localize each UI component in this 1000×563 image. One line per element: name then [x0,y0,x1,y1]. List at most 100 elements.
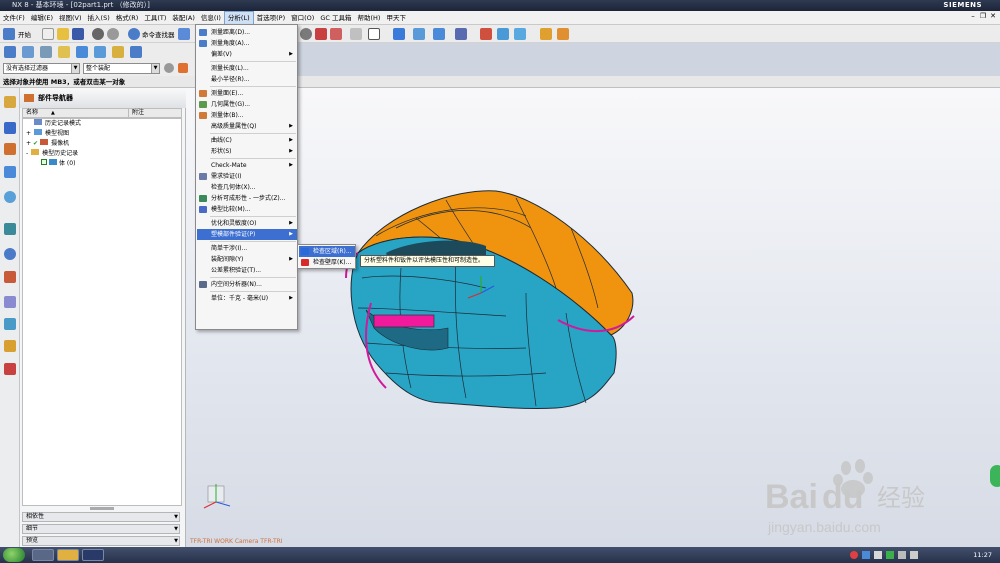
menu-9[interactable]: 首选项(P) [254,11,289,25]
menu-11[interactable]: GC 工具箱 [317,11,354,25]
menu-item-1[interactable]: 测量角度(A)... [197,38,297,49]
save-icon[interactable] [72,28,84,40]
menu-item-17[interactable]: 检查几何体(X)... [197,182,297,193]
clock-icon[interactable] [4,248,16,260]
menu-item-21[interactable]: 优化和灵敏度(O) ▶ [197,218,297,229]
tree-row-cameras[interactable]: + ✔ 摄像机 [26,139,69,148]
clearance-icon[interactable] [130,46,142,58]
menu-0[interactable]: 文件(F) [0,11,28,25]
menu-2[interactable]: 视图(V) [56,11,85,25]
rotate-icon[interactable] [413,28,425,40]
view-orient-icon[interactable] [393,28,405,40]
menu-3[interactable]: 插入(S) [85,11,113,25]
part-navigator-icon[interactable] [4,143,16,155]
datum-icon[interactable] [497,28,509,40]
menu-item-check-wall-thickness[interactable]: 检查壁厚(K)... [299,257,355,268]
splitter-handle[interactable] [90,507,114,510]
navigator-tree[interactable]: 历史记录模式 + 模型视图 + ✔ 摄像机 - 模型历史记录 体 (0) [22,118,182,506]
ruler-icon[interactable] [557,28,569,40]
tray-icon-3[interactable] [874,551,882,559]
network-icon[interactable] [898,551,906,559]
wireframe-icon[interactable] [350,28,362,40]
process-studio-icon[interactable] [4,296,16,308]
tray-icon-2[interactable] [862,551,870,559]
feature-icon[interactable] [480,28,492,40]
menu-item-15[interactable]: Check-Mate ▶ [197,160,297,171]
collapse-icon[interactable]: - [26,150,28,157]
close-icon[interactable]: ✕ [988,12,998,20]
column-notes[interactable]: 附注 [128,109,144,117]
menu-item-19[interactable]: 模型比较(M)... [197,204,297,215]
menu-item-7[interactable]: 测量面(E)... [197,88,297,99]
menu-13[interactable]: 甲天下 [383,11,409,25]
sphere-icon[interactable] [300,28,312,40]
restore-icon[interactable]: ❐ [978,12,988,20]
menu-8[interactable]: 分析(L) [223,11,254,25]
assembly-navigator-icon[interactable] [4,96,16,108]
minimize-icon[interactable]: – [968,12,978,20]
menu-item-30[interactable]: 单位：千克 - 毫米(U) ▶ [197,293,297,304]
menu-7[interactable]: 信息(I) [198,11,224,25]
section-dependencies[interactable]: 相依性 ▼ [22,512,180,522]
new-file-icon[interactable] [42,28,54,40]
menu-item-8[interactable]: 几何属性(G)... [197,99,297,110]
assembly-icon[interactable] [22,46,34,58]
measure-icon[interactable] [540,28,552,40]
menu-4[interactable]: 格式(R) [113,11,142,25]
select-icon[interactable] [433,28,445,40]
constraint-icon[interactable] [76,46,88,58]
history-icon[interactable] [4,223,16,235]
expand-icon[interactable]: + [26,140,31,147]
render-style-icon[interactable] [315,28,327,40]
menu-item-5[interactable]: 最小半径(R)... [197,74,297,85]
start-icon[interactable] [3,28,15,40]
open-folder-icon[interactable] [57,28,69,40]
windows-start-icon[interactable] [3,548,25,562]
menu-12[interactable]: 帮助(H) [354,11,383,25]
menu-item-4[interactable]: 测量长度(L)... [197,63,297,74]
taskbar-explorer-icon[interactable] [57,549,79,561]
part-icon[interactable] [4,46,16,58]
reset-filter-icon[interactable] [164,63,174,73]
taskbar-photoshop-icon[interactable] [82,549,104,561]
menu-item-10[interactable]: 高级质量属性(Q) ▶ [197,121,297,132]
side-float-button[interactable] [990,465,1000,487]
menu-item-16[interactable]: 需求验证(I) [197,171,297,182]
tree-row-body[interactable]: 体 (0) [41,159,75,168]
component-icon[interactable] [40,46,52,58]
menu-item-2[interactable]: 偏差(V) ▶ [197,49,297,60]
menu-item-0[interactable]: 测量距离(D)... [197,27,297,38]
show-hide-icon[interactable] [178,28,190,40]
menu-item-25[interactable]: 装配间隙(Y) ▶ [197,254,297,265]
folder-icon[interactable] [58,46,70,58]
sketch-icon[interactable] [514,28,526,40]
menu-item-13[interactable]: 形状(S) ▶ [197,146,297,157]
menu-item-12[interactable]: 曲线(C) ▶ [197,135,297,146]
system-scenes-icon[interactable] [4,363,16,375]
checkbox-icon[interactable] [41,159,47,165]
background-icon[interactable] [368,28,380,40]
palette-icon[interactable] [4,340,16,352]
type-filter-select[interactable]: 没有选择过滤器 ▼ [3,63,80,74]
tray-icon-4[interactable] [886,551,894,559]
system-materials-icon[interactable] [4,271,16,283]
menu-item-26[interactable]: 公差累积验证(T)... [197,265,297,276]
reuse-library-icon[interactable] [4,166,16,178]
shaded-icon[interactable] [330,28,342,40]
menu-item-22[interactable]: 塑模部件验证(P) ▶ [197,229,297,240]
scope-filter-select[interactable]: 整个装配 ▼ [83,63,160,74]
tree-row-model-views[interactable]: + 模型视图 [26,129,69,138]
tree-row-model-history[interactable]: - 模型历史记录 [26,149,78,158]
snap-icon[interactable] [455,28,467,40]
constraint-navigator-icon[interactable] [4,122,16,134]
explode-icon[interactable] [112,46,124,58]
menu-item-18[interactable]: 分析可成形性 - 一步式(Z)... [197,193,297,204]
command-finder-button[interactable]: 命令查找器 [142,29,175,39]
menu-1[interactable]: 编辑(E) [28,11,56,25]
undo-icon[interactable] [92,28,104,40]
tree-row-history-mode[interactable]: 历史记录模式 [26,119,81,128]
menu-10[interactable]: 窗口(O) [288,11,317,25]
taskbar-app-1[interactable] [32,549,54,561]
command-finder-icon[interactable] [128,28,140,40]
menu-item-9[interactable]: 测量体(B)... [197,110,297,121]
